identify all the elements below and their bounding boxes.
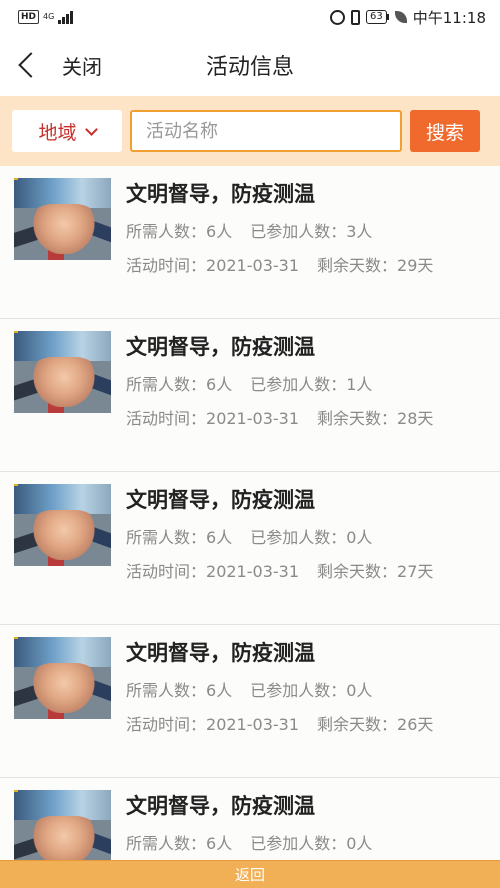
activity-title: 文明督导，防疫测温 xyxy=(126,641,315,665)
activity-thumbnail xyxy=(14,637,111,719)
date-label: 活动时间： xyxy=(126,562,207,581)
joined-label: 已参加人数： xyxy=(250,681,347,700)
activity-card[interactable]: 文明督导，防疫测温 所需人数：6人 已参加人数：1人 活动时间：2021-03-3… xyxy=(0,319,500,472)
remaining-label: 剩余天数： xyxy=(317,562,398,581)
network-type: 4G xyxy=(43,12,55,21)
chevron-down-icon xyxy=(84,122,98,136)
activity-thumbnail xyxy=(14,331,111,413)
title-bar: 关闭 活动信息 xyxy=(0,34,500,96)
required-label: 所需人数： xyxy=(126,834,207,853)
alarm-icon xyxy=(330,9,346,25)
activity-card[interactable]: 文明督导，防疫测温 所需人数：6人 已参加人数：3人 活动时间：2021-03-3… xyxy=(0,166,500,319)
activity-card[interactable]: 文明督导，防疫测温 所需人数：6人 已参加人数：0人 xyxy=(0,778,500,860)
activity-headcount: 所需人数：6人 已参加人数：3人 xyxy=(126,218,372,242)
date-label: 活动时间： xyxy=(126,256,207,275)
vibrate-icon xyxy=(351,9,361,25)
joined-count: 1人 xyxy=(346,375,373,394)
remaining-label: 剩余天数： xyxy=(317,256,398,275)
remaining-label: 剩余天数： xyxy=(317,409,398,428)
remaining-days: 27天 xyxy=(397,562,434,581)
signal-icon xyxy=(58,10,74,24)
joined-count: 0人 xyxy=(346,528,373,547)
remaining-days: 28天 xyxy=(397,409,434,428)
required-count: 6人 xyxy=(206,834,233,853)
required-count: 6人 xyxy=(206,375,233,394)
activity-date: 2021-03-31 xyxy=(206,715,299,734)
status-left: HD 4G xyxy=(18,10,74,24)
battery-level: 63 xyxy=(366,10,387,24)
search-button[interactable]: 搜索 xyxy=(410,110,480,152)
activity-headcount: 所需人数：6人 已参加人数：1人 xyxy=(126,371,372,395)
search-bar: 地域 搜索 xyxy=(0,96,500,166)
battery-icon: 63 xyxy=(366,10,389,24)
power-saving-icon xyxy=(394,11,407,23)
joined-label: 已参加人数： xyxy=(250,528,347,547)
activity-date: 2021-03-31 xyxy=(206,409,299,428)
hd-badge: HD xyxy=(18,10,40,24)
clock: 中午11:18 xyxy=(412,8,486,27)
region-dropdown[interactable]: 地域 xyxy=(12,110,122,152)
required-label: 所需人数： xyxy=(126,528,207,547)
activity-card[interactable]: 文明督导，防疫测温 所需人数：6人 已参加人数：0人 活动时间：2021-03-3… xyxy=(0,472,500,625)
activity-title: 文明督导，防疫测温 xyxy=(126,794,315,818)
status-right: 63 中午11:18 xyxy=(330,7,486,28)
joined-count: 3人 xyxy=(346,222,373,241)
activity-list[interactable]: 文明督导，防疫测温 所需人数：6人 已参加人数：3人 活动时间：2021-03-3… xyxy=(0,166,500,860)
required-label: 所需人数： xyxy=(126,375,207,394)
required-label: 所需人数： xyxy=(126,681,207,700)
activity-card[interactable]: 文明督导，防疫测温 所需人数：6人 已参加人数：0人 活动时间：2021-03-3… xyxy=(0,625,500,778)
activity-name-input[interactable] xyxy=(130,110,402,152)
activity-date: 2021-03-31 xyxy=(206,256,299,275)
joined-label: 已参加人数： xyxy=(250,834,347,853)
activity-headcount: 所需人数：6人 已参加人数：0人 xyxy=(126,677,372,701)
activity-title: 文明督导，防疫测温 xyxy=(126,182,315,206)
region-label: 地域 xyxy=(38,121,77,144)
activity-schedule: 活动时间：2021-03-31 剩余天数：27天 xyxy=(126,558,433,582)
joined-label: 已参加人数： xyxy=(250,375,347,394)
date-label: 活动时间： xyxy=(126,409,207,428)
required-label: 所需人数： xyxy=(126,222,207,241)
date-label: 活动时间： xyxy=(126,715,207,734)
back-footer-button[interactable]: 返回 xyxy=(0,860,500,888)
joined-count: 0人 xyxy=(346,681,373,700)
required-count: 6人 xyxy=(206,681,233,700)
activity-thumbnail xyxy=(14,484,111,566)
joined-label: 已参加人数： xyxy=(250,222,347,241)
required-count: 6人 xyxy=(206,222,233,241)
remaining-days: 29天 xyxy=(397,256,434,275)
required-count: 6人 xyxy=(206,528,233,547)
activity-date: 2021-03-31 xyxy=(206,562,299,581)
activity-schedule: 活动时间：2021-03-31 剩余天数：28天 xyxy=(126,405,433,429)
chevron-left-icon xyxy=(18,52,44,78)
remaining-days: 26天 xyxy=(397,715,434,734)
close-button[interactable]: 关闭 xyxy=(62,51,102,80)
activity-headcount: 所需人数：6人 已参加人数：0人 xyxy=(126,524,372,548)
activity-title: 文明督导，防疫测温 xyxy=(126,488,315,512)
activity-thumbnail xyxy=(14,790,111,860)
joined-count: 0人 xyxy=(346,834,373,853)
activity-headcount: 所需人数：6人 已参加人数：0人 xyxy=(126,830,372,854)
status-bar: HD 4G 63 中午11:18 xyxy=(0,0,500,34)
remaining-label: 剩余天数： xyxy=(317,715,398,734)
activity-title: 文明督导，防疫测温 xyxy=(126,335,315,359)
activity-thumbnail xyxy=(14,178,111,260)
activity-schedule: 活动时间：2021-03-31 剩余天数：29天 xyxy=(126,252,433,276)
back-button[interactable] xyxy=(6,43,50,87)
activity-schedule: 活动时间：2021-03-31 剩余天数：26天 xyxy=(126,711,433,735)
